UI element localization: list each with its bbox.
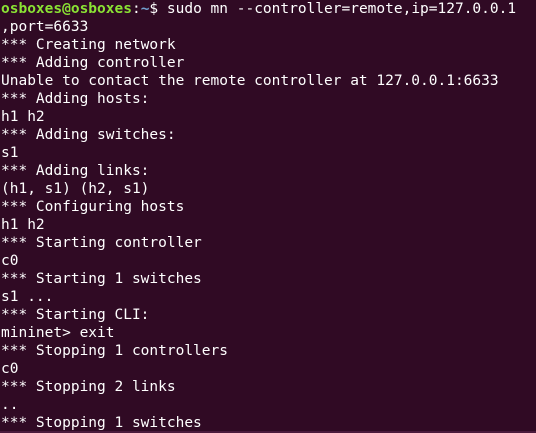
terminal-window[interactable]: osboxes@osboxes:~$ sudo mn --controller=…	[0, 0, 536, 433]
output-line: c0	[1, 361, 19, 377]
output-line: *** Adding links:	[1, 163, 150, 179]
output-line: *** Stopping 1 switches	[1, 415, 202, 431]
output-line: *** Stopping 2 links	[1, 379, 176, 395]
prompt-separator: :	[131, 1, 141, 17]
output-line: *** Creating network	[1, 37, 176, 53]
output-line: *** Adding switches:	[1, 127, 176, 143]
prompt-symbol: $	[149, 1, 167, 17]
command-line: osboxes@osboxes:~$ sudo mn --controller=…	[1, 0, 536, 18]
output-line: s1 ...	[1, 289, 54, 305]
output-line: ..	[1, 397, 19, 413]
output-line: *** Starting 1 switches	[1, 271, 202, 287]
output-line: mininet> exit	[1, 325, 115, 341]
output-line: Unable to contact the remote controller …	[1, 73, 499, 89]
output-line: h1 h2	[1, 109, 45, 125]
output-line: s1	[1, 145, 19, 161]
output-line: *** Adding hosts:	[1, 91, 150, 107]
output-line: *** Starting controller	[1, 235, 202, 251]
output-line: h1 h2	[1, 217, 45, 233]
output-line: ,port=6633	[1, 19, 89, 35]
output-line: *** Configuring hosts	[1, 199, 185, 215]
output-line: *** Adding controller	[1, 55, 185, 71]
prompt-user-host: osboxes@osboxes	[1, 1, 132, 17]
output-line: *** Starting CLI:	[1, 307, 150, 323]
output-line: c0	[1, 253, 19, 269]
output-line: *** Stopping 1 controllers	[1, 343, 228, 359]
command-text: sudo mn --controller=remote,ip=127.0.0.1	[166, 1, 517, 17]
output-line: (h1, s1) (h2, s1)	[1, 181, 150, 197]
scrollbar[interactable]	[532, 0, 536, 433]
